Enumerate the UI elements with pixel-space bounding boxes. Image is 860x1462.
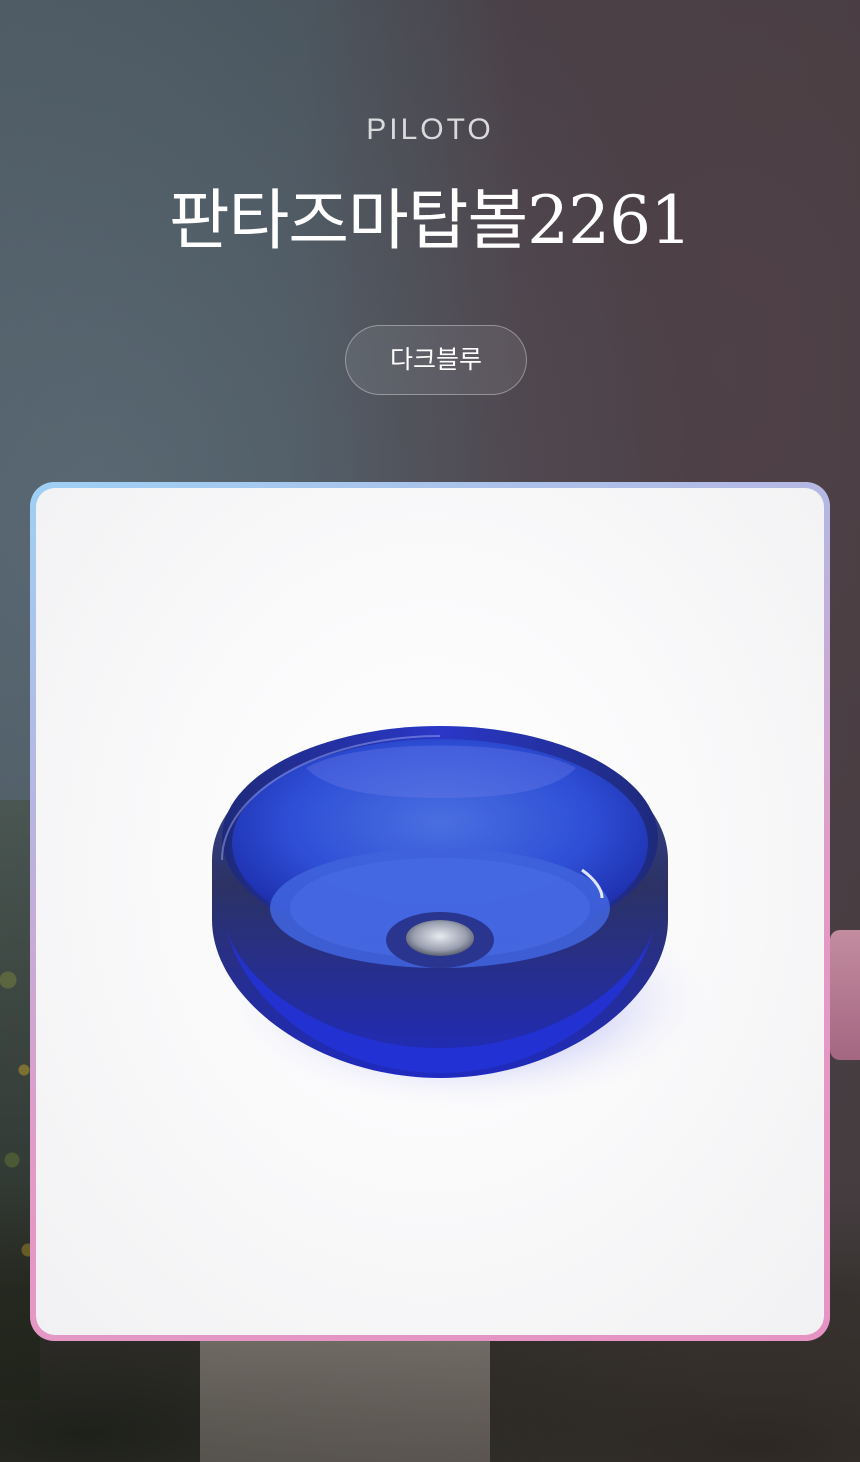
color-option-chip[interactable]: 다크블루 [345, 325, 527, 395]
decor-pedestal [200, 1340, 490, 1462]
brand-name: PILOTO [366, 113, 494, 146]
product-title: 판타즈마탑볼2261 [168, 182, 692, 259]
blue-glass-basin-icon [212, 726, 716, 1113]
decor-pink-object [830, 930, 860, 1060]
product-image-frame [30, 482, 830, 1341]
product-image-card [36, 488, 824, 1335]
